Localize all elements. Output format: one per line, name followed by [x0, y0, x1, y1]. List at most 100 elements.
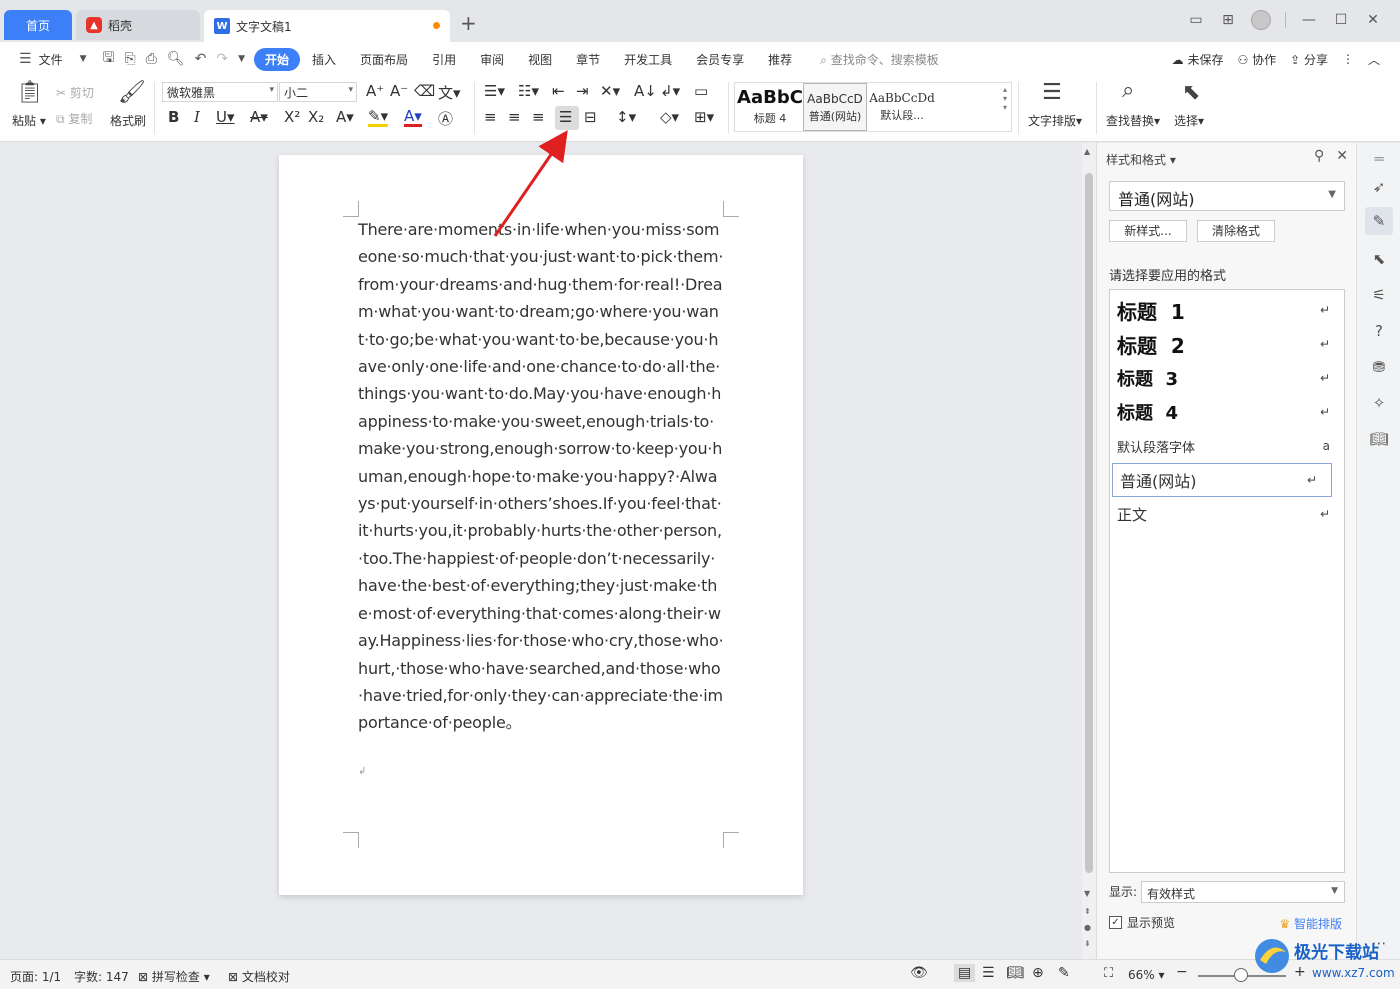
- collapse-rail-icon[interactable]: ═: [1369, 149, 1389, 169]
- page-view-icon[interactable]: ▤: [954, 964, 976, 982]
- minimize-icon[interactable]: —: [1300, 12, 1318, 28]
- format-painter-icon[interactable]: 🖌︎: [118, 80, 146, 105]
- justify-icon[interactable]: ☰: [559, 108, 572, 126]
- reader-icon[interactable]: 📖︎: [1369, 429, 1389, 449]
- char-border-icon[interactable]: Ⓐ: [438, 108, 453, 129]
- document-page[interactable]: There·are·moments·in·life·when·you·miss·…: [279, 155, 803, 895]
- subscript-icon[interactable]: X₂: [308, 108, 324, 126]
- highlight-icon[interactable]: ✎▾: [368, 108, 389, 127]
- tab-home[interactable]: 开始: [254, 47, 301, 71]
- find-replace-icon[interactable]: ⌕: [1122, 78, 1134, 103]
- collab-button[interactable]: ⚇ 协作: [1238, 51, 1277, 68]
- tab-menu-6[interactable]: 章节: [564, 51, 612, 68]
- new-style-button[interactable]: 新样式...: [1109, 220, 1187, 242]
- tab-menu-3[interactable]: 引用: [420, 51, 468, 68]
- italic-icon[interactable]: I: [194, 108, 200, 126]
- unsaved-button[interactable]: ☁ 未保存: [1172, 51, 1224, 68]
- collapse-ribbon-icon[interactable]: ︿: [1368, 51, 1380, 68]
- zoom-out-icon[interactable]: −: [1176, 964, 1188, 980]
- tab-menu-9[interactable]: 推荐: [756, 51, 804, 68]
- scroll-down-icon[interactable]: ▼: [1084, 889, 1090, 898]
- help-icon[interactable]: ?: [1369, 321, 1389, 341]
- clear-format-icon[interactable]: ⌫: [414, 82, 435, 100]
- grow-font-icon[interactable]: A⁺: [366, 82, 384, 100]
- tab-menu-1[interactable]: 插入: [300, 51, 348, 68]
- line-spacing-icon[interactable]: ↕▾: [616, 108, 636, 126]
- layout-icon[interactable]: ▭: [1187, 12, 1205, 28]
- text-effect-icon[interactable]: A▾: [336, 108, 354, 126]
- font-name-select[interactable]: 微软雅黑 ▾: [162, 82, 278, 102]
- grid-icon[interactable]: ⊞: [1219, 12, 1237, 28]
- proofread-button[interactable]: ⊠ 文档校对: [228, 968, 290, 985]
- word-count[interactable]: 字数: 147: [74, 968, 129, 985]
- read-view-icon[interactable]: 📖︎: [1006, 965, 1024, 981]
- tab-daoke[interactable]: ▲ 稻壳: [76, 10, 200, 40]
- text-layout-button[interactable]: 文字排版▾: [1028, 112, 1082, 129]
- avatar[interactable]: [1251, 10, 1271, 30]
- sort-icon[interactable]: A↓: [634, 82, 657, 100]
- page-count[interactable]: 页面: 1/1: [10, 968, 61, 985]
- select-browse-icon[interactable]: ●: [1084, 923, 1091, 932]
- scroll-up-icon[interactable]: ▲: [1084, 147, 1090, 156]
- phonetic-icon[interactable]: 文▾: [438, 82, 461, 103]
- paste-button[interactable]: 粘贴 ▾: [12, 112, 46, 129]
- checkbox-checked-icon[interactable]: ✓: [1109, 916, 1122, 929]
- prev-page-icon[interactable]: ⇞: [1084, 907, 1091, 916]
- paste-icon[interactable]: 📋︎: [16, 80, 44, 105]
- text-layout-icon[interactable]: ☰: [1042, 80, 1062, 105]
- decrease-indent-icon[interactable]: ⇤: [552, 82, 565, 100]
- increase-indent-icon[interactable]: ⇥: [576, 82, 589, 100]
- add-tab-button[interactable]: +: [460, 13, 477, 33]
- bullet-list-icon[interactable]: ☰▾: [484, 82, 505, 100]
- vertical-scrollbar[interactable]: ▲ ▼ ⇞ ● ⇟: [1082, 143, 1096, 959]
- select-pointer-icon[interactable]: ⬉: [1369, 249, 1389, 269]
- borders-icon[interactable]: ⊞▾: [694, 108, 714, 126]
- shading-icon[interactable]: ◇▾: [660, 108, 679, 126]
- close-icon[interactable]: ✕: [1364, 12, 1382, 28]
- redo-icon[interactable]: ↷: [211, 51, 233, 67]
- tab-document[interactable]: W 文字文稿1: [204, 10, 450, 42]
- ruler-icon[interactable]: ▭: [694, 82, 708, 100]
- style-normal-web[interactable]: AaBbCcD 普通(网站): [803, 83, 867, 131]
- maximize-icon[interactable]: ☐: [1332, 12, 1350, 28]
- show-filter-select[interactable]: 有效样式 ▼: [1141, 881, 1345, 903]
- style-heading4[interactable]: AaBbC 标题 4: [737, 83, 803, 131]
- undo-icon[interactable]: ↶: [190, 51, 212, 67]
- numbered-list-icon[interactable]: ☷▾: [518, 82, 539, 100]
- outline-view-icon[interactable]: ☰: [982, 965, 995, 981]
- superscript-icon[interactable]: X²: [284, 108, 300, 126]
- style-list-item[interactable]: 标题 1 ↵: [1110, 293, 1344, 327]
- zoom-level[interactable]: 66% ▾: [1128, 968, 1165, 982]
- scroll-thumb[interactable]: [1085, 173, 1093, 873]
- shrink-font-icon[interactable]: A⁻: [390, 82, 408, 100]
- fit-page-icon[interactable]: ⛶: [1104, 966, 1113, 981]
- gallery-scroll-icon[interactable]: ▴ ▾ ▾: [1003, 85, 1007, 112]
- smart-layout-link[interactable]: ♛ 智能排版: [1279, 915, 1342, 932]
- strikethrough-icon[interactable]: A▾: [250, 108, 268, 126]
- write-mode-icon[interactable]: ✎: [1058, 965, 1070, 981]
- style-list-item[interactable]: 正文 ↵: [1110, 497, 1344, 531]
- style-pen-icon[interactable]: ✎: [1365, 207, 1393, 235]
- copy-button[interactable]: ⧉ 复制: [56, 110, 92, 127]
- hamburger-icon[interactable]: ☰: [14, 51, 37, 67]
- tab-menu-8[interactable]: 会员专享: [684, 51, 756, 68]
- zoom-slider-knob[interactable]: [1234, 968, 1248, 982]
- style-list-item[interactable]: 标题 3 ↵: [1110, 361, 1344, 395]
- adjust-sliders-icon[interactable]: ⚟: [1369, 285, 1389, 305]
- tab-menu-2[interactable]: 页面布局: [348, 51, 420, 68]
- next-page-icon[interactable]: ⇟: [1084, 939, 1091, 948]
- more-icon[interactable]: ▼: [233, 54, 250, 64]
- spell-check-button[interactable]: ⊠ 拼写检查 ▾: [138, 968, 210, 985]
- show-preview-toggle[interactable]: ✓ 显示预览: [1109, 914, 1175, 931]
- current-style-select[interactable]: 普通(网站) ▼: [1109, 181, 1345, 211]
- font-size-select[interactable]: 小二 ▾: [279, 82, 357, 102]
- pin-icon[interactable]: ⚲: [1314, 148, 1324, 164]
- menu-file[interactable]: 文件: [37, 51, 75, 68]
- distributed-icon[interactable]: ⊟: [584, 108, 597, 126]
- chinese-layout-icon[interactable]: ✕▾: [600, 82, 620, 100]
- find-replace-button[interactable]: 查找替换▾: [1106, 112, 1160, 129]
- style-default-para[interactable]: AaBbCcDd 默认段...: [869, 83, 935, 131]
- export-icon[interactable]: ⎘: [119, 51, 140, 67]
- search-command[interactable]: ⌕ 查找命令、搜索模板: [804, 51, 939, 68]
- close-panel-icon[interactable]: ✕: [1336, 148, 1348, 164]
